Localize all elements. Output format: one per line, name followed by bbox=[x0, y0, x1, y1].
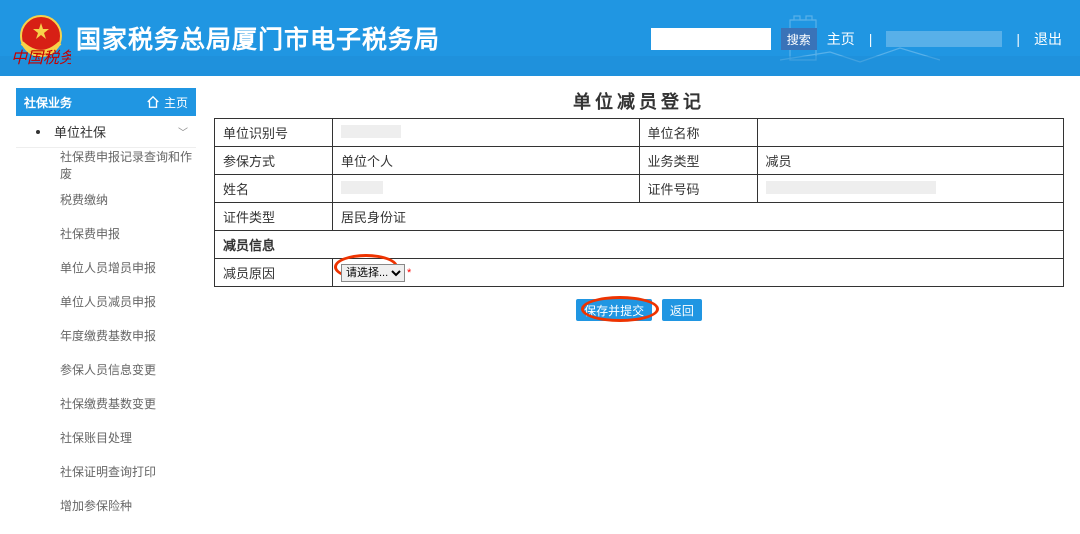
label-person-name: 姓名 bbox=[215, 175, 333, 203]
app-header: 中国税务 国家税务总局厦门市电子税务局 搜索 主页 | | 退出 bbox=[0, 0, 1080, 76]
sidebar: 社保业务 主页 单位社保 ﹀ 社保费申报记录查询和作废税费缴纳社保费申报单位人员… bbox=[16, 88, 196, 522]
action-bar: 保存并提交 返回 bbox=[214, 299, 1064, 321]
section-header: 减员信息 bbox=[215, 231, 1064, 259]
wall-deco bbox=[0, 56, 1080, 76]
sidebar-item-3[interactable]: 单位人员增员申报 bbox=[16, 250, 196, 284]
label-unit-name: 单位名称 bbox=[639, 119, 757, 147]
label-reason: 减员原因 bbox=[215, 259, 333, 287]
app-title: 国家税务总局厦门市电子税务局 bbox=[76, 20, 440, 56]
national-emblem-icon: 中国税务 bbox=[16, 13, 66, 63]
sidebar-item-8[interactable]: 社保账目处理 bbox=[16, 420, 196, 454]
logout-link[interactable]: 退出 bbox=[1034, 29, 1062, 49]
search-input[interactable] bbox=[651, 28, 771, 50]
value-biz-type: 减员 bbox=[757, 147, 1064, 175]
registration-form: 单位识别号 单位名称 参保方式 单位个人 业务类型 减员 姓名 证件号码 证件类… bbox=[214, 118, 1064, 287]
home-icon bbox=[146, 95, 160, 109]
value-unit-name bbox=[757, 119, 1064, 147]
sidebar-item-1[interactable]: 税费缴纳 bbox=[16, 182, 196, 216]
sidebar-group-unit[interactable]: 单位社保 ﹀ bbox=[16, 116, 196, 148]
reason-select[interactable]: 请选择... bbox=[341, 264, 405, 282]
sidebar-item-7[interactable]: 社保缴费基数变更 bbox=[16, 386, 196, 420]
sidebar-menu: 社保费申报记录查询和作废税费缴纳社保费申报单位人员增员申报单位人员减员申报年度缴… bbox=[16, 148, 196, 522]
sidebar-header: 社保业务 主页 bbox=[16, 88, 196, 116]
sidebar-home-link[interactable]: 主页 bbox=[146, 94, 188, 111]
value-insure-mode: 单位个人 bbox=[333, 147, 640, 175]
chevron-down-icon: ﹀ bbox=[178, 124, 188, 139]
current-user bbox=[886, 31, 1002, 47]
label-cert-no: 证件号码 bbox=[639, 175, 757, 203]
value-cert-type: 居民身份证 bbox=[333, 203, 1064, 231]
label-cert-type: 证件类型 bbox=[215, 203, 333, 231]
value-person-name bbox=[333, 175, 640, 203]
page-title: 单位减员登记 bbox=[214, 88, 1064, 114]
main-content: 单位减员登记 单位识别号 单位名称 参保方式 单位个人 业务类型 减员 姓名 证… bbox=[196, 88, 1064, 321]
label-biz-type: 业务类型 bbox=[639, 147, 757, 175]
sidebar-item-0[interactable]: 社保费申报记录查询和作废 bbox=[16, 148, 196, 182]
home-link[interactable]: 主页 bbox=[827, 29, 855, 49]
search-button[interactable]: 搜索 bbox=[781, 28, 817, 50]
header-right: 搜索 主页 | | 退出 bbox=[651, 28, 1062, 50]
sidebar-item-9[interactable]: 社保证明查询打印 bbox=[16, 454, 196, 488]
sidebar-item-10[interactable]: 增加参保险种 bbox=[16, 488, 196, 522]
highlight-ring-icon bbox=[581, 296, 659, 322]
sidebar-item-4[interactable]: 单位人员减员申报 bbox=[16, 284, 196, 318]
label-insure-mode: 参保方式 bbox=[215, 147, 333, 175]
label-unit-id: 单位识别号 bbox=[215, 119, 333, 147]
bullet-icon bbox=[36, 130, 40, 134]
sidebar-item-2[interactable]: 社保费申报 bbox=[16, 216, 196, 250]
back-button[interactable]: 返回 bbox=[662, 299, 702, 321]
sidebar-item-6[interactable]: 参保人员信息变更 bbox=[16, 352, 196, 386]
value-unit-id bbox=[333, 119, 640, 147]
sidebar-category: 社保业务 bbox=[24, 94, 72, 111]
required-star-icon: * bbox=[407, 267, 411, 279]
svg-text:中国税务: 中国税务 bbox=[11, 49, 71, 67]
sidebar-item-5[interactable]: 年度缴费基数申报 bbox=[16, 318, 196, 352]
value-cert-no bbox=[757, 175, 1064, 203]
